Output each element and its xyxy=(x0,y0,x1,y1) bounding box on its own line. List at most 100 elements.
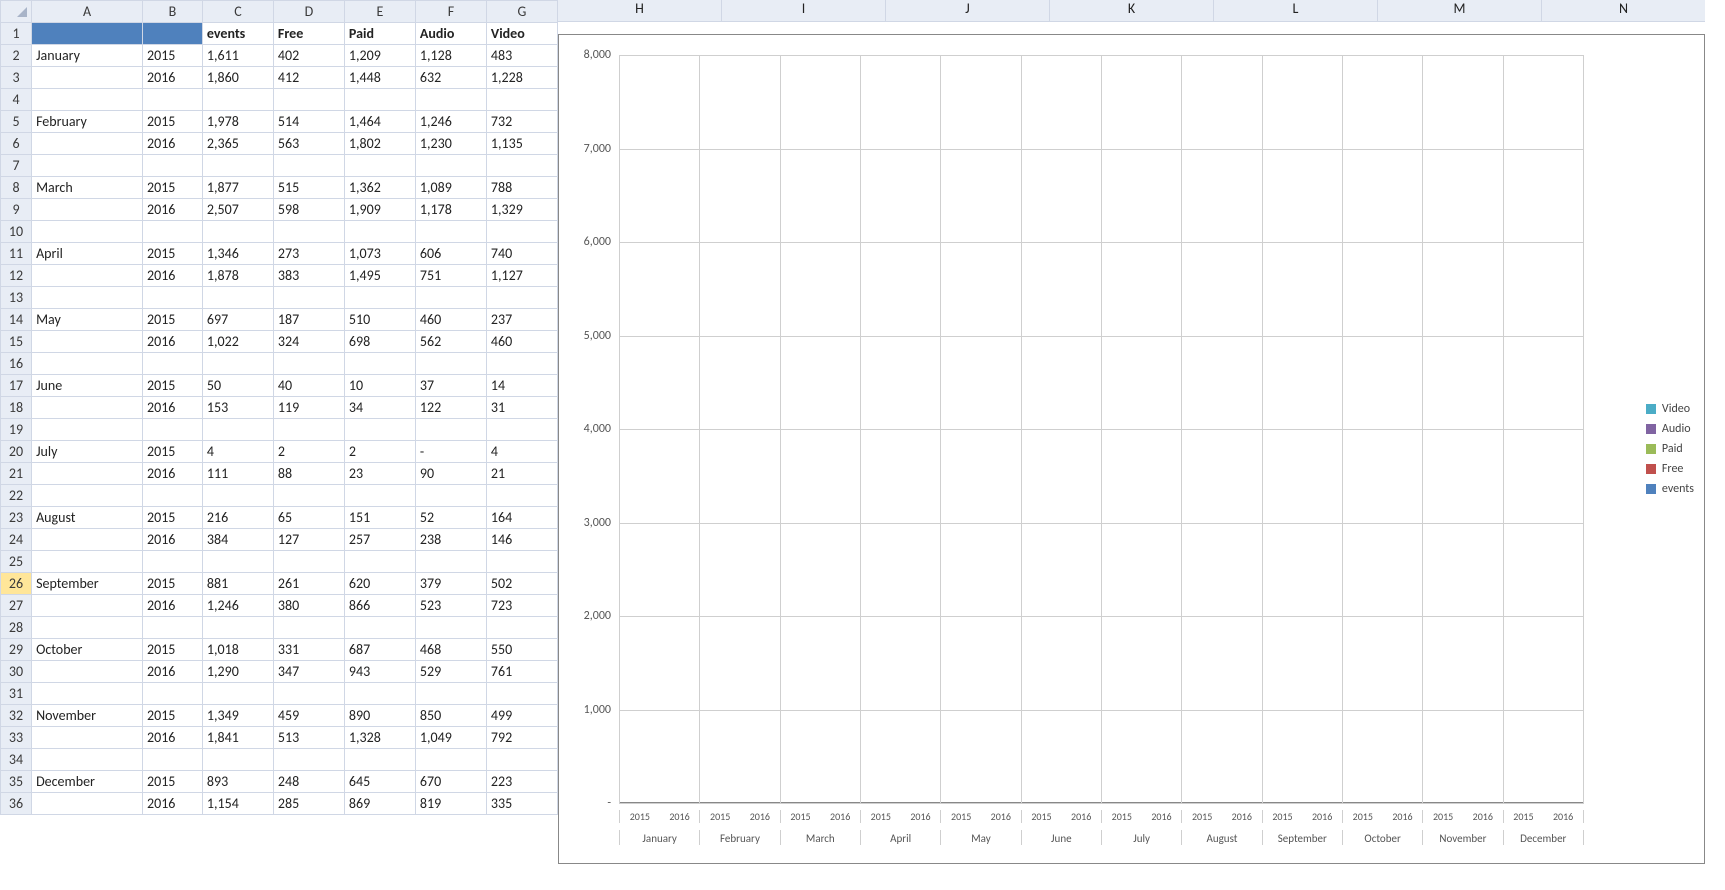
cell-C29[interactable]: 1,018 xyxy=(202,639,273,661)
cell-D5[interactable]: 514 xyxy=(273,111,344,133)
cell-E8[interactable]: 1,362 xyxy=(344,177,415,199)
row-header[interactable]: 28 xyxy=(1,617,32,639)
row-header[interactable]: 11 xyxy=(1,243,32,265)
cell-G2[interactable]: 483 xyxy=(486,45,557,67)
cell-G20[interactable]: 4 xyxy=(486,441,557,463)
cell-C27[interactable]: 1,246 xyxy=(202,595,273,617)
row-header[interactable]: 10 xyxy=(1,221,32,243)
row-header[interactable]: 29 xyxy=(1,639,32,661)
cell-F21[interactable]: 90 xyxy=(415,463,486,485)
cell-G36[interactable]: 335 xyxy=(486,793,557,815)
row-header[interactable]: 22 xyxy=(1,485,32,507)
cell-G33[interactable]: 792 xyxy=(486,727,557,749)
cell-E22[interactable] xyxy=(344,485,415,507)
cell-G18[interactable]: 31 xyxy=(486,397,557,419)
row-header[interactable]: 8 xyxy=(1,177,32,199)
cell-A7[interactable] xyxy=(32,155,143,177)
cell-A1[interactable] xyxy=(32,23,143,45)
cell-B13[interactable] xyxy=(143,287,203,309)
cell-B24[interactable]: 2016 xyxy=(143,529,203,551)
cell-B36[interactable]: 2016 xyxy=(143,793,203,815)
cell-D11[interactable]: 273 xyxy=(273,243,344,265)
cell-G5[interactable]: 732 xyxy=(486,111,557,133)
cell-F29[interactable]: 468 xyxy=(415,639,486,661)
select-all-cell[interactable] xyxy=(1,1,32,23)
cell-F19[interactable] xyxy=(415,419,486,441)
cell-C36[interactable]: 1,154 xyxy=(202,793,273,815)
cell-C26[interactable]: 881 xyxy=(202,573,273,595)
cell-A19[interactable] xyxy=(32,419,143,441)
cell-A5[interactable]: February xyxy=(32,111,143,133)
row-header[interactable]: 12 xyxy=(1,265,32,287)
cell-D4[interactable] xyxy=(273,89,344,111)
cell-A3[interactable] xyxy=(32,67,143,89)
cell-A8[interactable]: March xyxy=(32,177,143,199)
cell-B33[interactable]: 2016 xyxy=(143,727,203,749)
row-header[interactable]: 25 xyxy=(1,551,32,573)
cell-A24[interactable] xyxy=(32,529,143,551)
cell-G31[interactable] xyxy=(486,683,557,705)
stacked-bar-chart[interactable]: -1,0002,0003,0004,0005,0006,0007,0008,00… xyxy=(558,34,1705,864)
cell-D34[interactable] xyxy=(273,749,344,771)
row-header[interactable]: 9 xyxy=(1,199,32,221)
cell-F20[interactable]: - xyxy=(415,441,486,463)
cell-C9[interactable]: 2,507 xyxy=(202,199,273,221)
cell-B10[interactable] xyxy=(143,221,203,243)
cell-E35[interactable]: 645 xyxy=(344,771,415,793)
cell-B30[interactable]: 2016 xyxy=(143,661,203,683)
row-header[interactable]: 13 xyxy=(1,287,32,309)
cell-F11[interactable]: 606 xyxy=(415,243,486,265)
cell-D2[interactable]: 402 xyxy=(273,45,344,67)
cell-G15[interactable]: 460 xyxy=(486,331,557,353)
cell-A35[interactable]: December xyxy=(32,771,143,793)
cell-C35[interactable]: 893 xyxy=(202,771,273,793)
cell-C18[interactable]: 153 xyxy=(202,397,273,419)
row-header[interactable]: 26 xyxy=(1,573,32,595)
cell-D29[interactable]: 331 xyxy=(273,639,344,661)
cell-A27[interactable] xyxy=(32,595,143,617)
cell-E17[interactable]: 10 xyxy=(344,375,415,397)
cell-E29[interactable]: 687 xyxy=(344,639,415,661)
cell-G12[interactable]: 1,127 xyxy=(486,265,557,287)
cell-F34[interactable] xyxy=(415,749,486,771)
cell-E7[interactable] xyxy=(344,155,415,177)
cell-D30[interactable]: 347 xyxy=(273,661,344,683)
cell-C30[interactable]: 1,290 xyxy=(202,661,273,683)
cell-F9[interactable]: 1,178 xyxy=(415,199,486,221)
cell-F28[interactable] xyxy=(415,617,486,639)
cell-E5[interactable]: 1,464 xyxy=(344,111,415,133)
cell-B22[interactable] xyxy=(143,485,203,507)
col-header-I[interactable]: I xyxy=(722,0,886,21)
cell-E11[interactable]: 1,073 xyxy=(344,243,415,265)
cell-E25[interactable] xyxy=(344,551,415,573)
cell-F24[interactable]: 238 xyxy=(415,529,486,551)
col-header-J[interactable]: J xyxy=(886,0,1050,21)
col-header-K[interactable]: K xyxy=(1050,0,1214,21)
cell-G13[interactable] xyxy=(486,287,557,309)
cell-D25[interactable] xyxy=(273,551,344,573)
cell-F13[interactable] xyxy=(415,287,486,309)
cell-D36[interactable]: 285 xyxy=(273,793,344,815)
cell-D18[interactable]: 119 xyxy=(273,397,344,419)
cell-A10[interactable] xyxy=(32,221,143,243)
cell-G25[interactable] xyxy=(486,551,557,573)
cell-F2[interactable]: 1,128 xyxy=(415,45,486,67)
cell-C21[interactable]: 111 xyxy=(202,463,273,485)
cell-B27[interactable]: 2016 xyxy=(143,595,203,617)
spreadsheet-grid[interactable]: A B C D E F G 1eventsFreePaidAudioVideo2… xyxy=(0,0,558,874)
cell-A26[interactable]: September xyxy=(32,573,143,595)
cell-G6[interactable]: 1,135 xyxy=(486,133,557,155)
cell-D3[interactable]: 412 xyxy=(273,67,344,89)
cell-E21[interactable]: 23 xyxy=(344,463,415,485)
row-header[interactable]: 17 xyxy=(1,375,32,397)
col-header-M[interactable]: M xyxy=(1378,0,1542,21)
cell-G16[interactable] xyxy=(486,353,557,375)
cell-A22[interactable] xyxy=(32,485,143,507)
cell-G23[interactable]: 164 xyxy=(486,507,557,529)
cell-F32[interactable]: 850 xyxy=(415,705,486,727)
row-header[interactable]: 33 xyxy=(1,727,32,749)
cell-E33[interactable]: 1,328 xyxy=(344,727,415,749)
cell-D31[interactable] xyxy=(273,683,344,705)
row-header[interactable]: 14 xyxy=(1,309,32,331)
cell-A21[interactable] xyxy=(32,463,143,485)
